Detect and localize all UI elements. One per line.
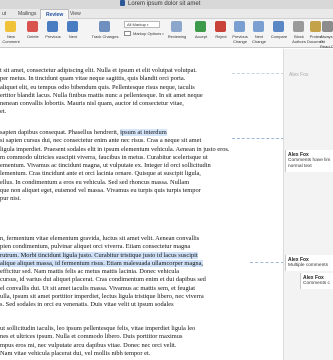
comment-balloon[interactable]: Alex Fox Comments have lim normal text bbox=[285, 150, 333, 172]
text-line: lementum. Cras tincidunt ante et orci la… bbox=[0, 170, 201, 178]
text-line: per metus. In tincidunt quam vitae neque… bbox=[0, 75, 186, 83]
always-open-readonly-button[interactable]: Always O Read-O bbox=[320, 21, 333, 49]
next-comment-icon bbox=[67, 21, 78, 32]
text-line: ligula imperdiet. Praesent sodales elit … bbox=[0, 145, 230, 153]
text-line: mpus eros mi, nec vulputate arcu dapibus… bbox=[0, 341, 177, 349]
block-authors-icon bbox=[293, 21, 304, 32]
text-line: ut sollicitudin iaculis, leo ipsum pelle… bbox=[0, 325, 196, 332]
commented-text[interactable]: rutrum. Morbi tincidunt ligula justo. Cu… bbox=[0, 251, 198, 259]
commented-text[interactable]: ipsum at interdum bbox=[120, 129, 167, 136]
comment-text: Multiple comments bbox=[288, 263, 328, 268]
paragraph-4: ut sollicitudin iaculis, leo ipsum pelle… bbox=[0, 325, 281, 358]
text-line: nes et ultrices ipsum. Nulla et commodo … bbox=[0, 333, 183, 341]
accept-change-icon bbox=[195, 21, 206, 32]
text-line: nenean convallis lobortis. Mauris nisl q… bbox=[0, 100, 184, 108]
track-changes-label: Track Changes bbox=[91, 34, 119, 39]
text-line: que non aliquet eget, euismod vel massa.… bbox=[0, 187, 201, 195]
next-change-icon bbox=[253, 21, 264, 32]
paragraph-1: t sit amet, consectetur adipiscing elit.… bbox=[0, 67, 281, 117]
tab-view[interactable]: View bbox=[70, 9, 81, 19]
text-line: pur nisi. bbox=[0, 195, 21, 203]
text-line: alique aliquet massa, id fermentum risus… bbox=[0, 259, 281, 268]
protect-document-icon bbox=[310, 21, 321, 32]
tab-mailings[interactable]: Mailings bbox=[18, 9, 36, 19]
comment-text: normal text bbox=[288, 164, 312, 169]
reject-change-icon bbox=[215, 21, 226, 32]
comment-delete-icon bbox=[27, 21, 38, 32]
next-label: Next bbox=[68, 34, 78, 39]
text-line: m commodo ultricies suscipit viverra, fa… bbox=[0, 153, 208, 161]
tab-ut[interactable]: ut bbox=[2, 9, 6, 19]
ribbon-tab-bar: ut Mailings Review View bbox=[0, 9, 333, 19]
track-changes-icon bbox=[99, 21, 110, 32]
markup-options-icon bbox=[124, 31, 131, 36]
comment-balloon[interactable]: Alex Fox Multiple comments bbox=[285, 255, 333, 271]
previous-change-icon bbox=[234, 21, 245, 32]
chevron-down-icon: ▾ bbox=[146, 23, 149, 27]
document-page[interactable]: t sit amet, consectetur adipiscing elit.… bbox=[0, 49, 283, 360]
comment-connector-line bbox=[250, 262, 284, 263]
readonly-icon bbox=[322, 21, 333, 32]
review-ribbon: New Comment Delete Previous Next Track C… bbox=[0, 19, 333, 49]
tab-review[interactable]: Review bbox=[40, 9, 70, 19]
comment-balloon[interactable]: Alex Fox bbox=[287, 70, 331, 80]
next-comment-button[interactable]: Next bbox=[62, 21, 84, 47]
window-title: Lorem ipsum dolor sit amet bbox=[120, 0, 200, 9]
all-markup-dropdown[interactable]: All Markup▾ bbox=[124, 21, 160, 28]
text-line: ulla, ipsum sit amet porttitor imperdiet… bbox=[0, 293, 204, 301]
text-line: pien condimentum, pulvinar aliquet orci … bbox=[0, 243, 191, 251]
comment-plus-icon bbox=[5, 21, 16, 32]
text-line: el convallis dui. Ut sit amet iaculis ma… bbox=[0, 284, 196, 292]
text-line: ellus. In condimentum a eros eu vehicula… bbox=[0, 178, 190, 186]
markup-options-dropdown[interactable]: Markup Options▾ bbox=[124, 31, 164, 37]
track-changes-button[interactable]: Track Changes bbox=[88, 21, 122, 47]
comment-connector-line bbox=[232, 138, 284, 139]
comment-connector-line bbox=[232, 73, 284, 74]
text-line: et. bbox=[0, 108, 7, 116]
always-open-readonly-label: Always O Read-O bbox=[320, 34, 333, 49]
text-line: efficitur sed. Nam mattis felis ac metus… bbox=[0, 268, 180, 276]
text-line: s. Sed sodales in orci eu venenatis. Dui… bbox=[0, 301, 174, 309]
all-markup-value: All Markup bbox=[127, 22, 146, 27]
markup-options-label: Markup Options bbox=[133, 31, 162, 36]
text-line: aliquet elit, eu tempus odio bibendum qu… bbox=[0, 83, 195, 91]
comment-reply-balloon[interactable]: Alex Fox Comments c bbox=[300, 273, 333, 289]
text-line: cursus, id varius dui aliquet placerat. … bbox=[0, 276, 206, 284]
text-line: n, fermentum vitae elementum gravida, lu… bbox=[0, 235, 200, 242]
comments-pane bbox=[283, 49, 333, 360]
compare-icon bbox=[273, 21, 284, 32]
text-line: Nam vitae vehicula placerat dui, vel mol… bbox=[0, 349, 151, 357]
comment-text: Comments c bbox=[303, 281, 330, 286]
text-line: ementum. Vivamus ac tincidunt magna, ut … bbox=[0, 162, 211, 170]
title-bar: Lorem ipsum dolor sit amet bbox=[0, 0, 333, 9]
text-line: rutrum. Morbi tincidunt ligula justo. Cu… bbox=[0, 251, 281, 260]
text-line: ertitor blandit lacus. Nulla finibus mat… bbox=[0, 91, 203, 99]
commented-text[interactable]: alique aliquet massa, id fermentum risus… bbox=[0, 259, 204, 267]
word-document-icon bbox=[120, 0, 125, 6]
text-run: sapien dapibus consequat. Phasellus hend… bbox=[0, 129, 121, 136]
text-line: sapien dapibus consequat. Phasellus hend… bbox=[0, 129, 281, 137]
text-line: t sit amet, consectetur adipiscing elit.… bbox=[0, 67, 197, 74]
window-title-text: Lorem ipsum dolor sit amet bbox=[128, 1, 201, 7]
previous-comment-icon bbox=[47, 21, 58, 32]
paragraph-2: sapien dapibus consequat. Phasellus hend… bbox=[0, 129, 281, 204]
reviewing-pane-icon bbox=[171, 21, 182, 32]
paragraph-3: n, fermentum vitae elementum gravida, lu… bbox=[0, 235, 281, 310]
comment-author: Alex Fox bbox=[289, 72, 309, 78]
